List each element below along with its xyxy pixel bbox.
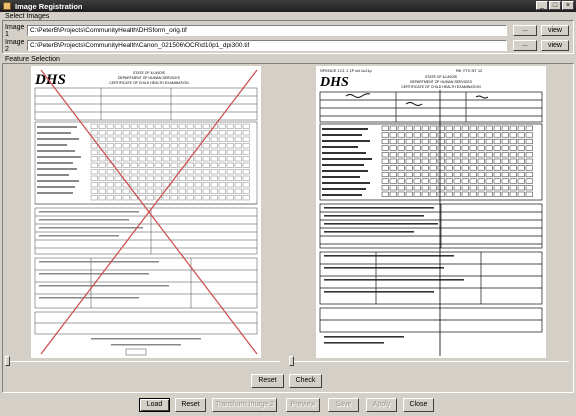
preview-button[interactable]: Preview — [286, 398, 320, 412]
image1-slider-track — [5, 361, 280, 362]
image1-view-button[interactable]: view — [541, 25, 569, 36]
save-button[interactable]: Save — [328, 398, 359, 412]
window-controls: _ □ × — [536, 1, 574, 10]
image2-header-left: SPENCE 1C1 1 1P dd.1uJ1p — [320, 68, 373, 73]
image1-heading-1: STATE OF ILLINOIS — [133, 71, 166, 75]
image2-label: Image 2 — [5, 38, 25, 53]
image2-document: SPENCE 1C1 1 1P dd.1uJ1p RK YTX NT 12 DH… — [319, 68, 543, 356]
reset-button[interactable]: Reset — [175, 398, 206, 412]
maximize-button[interactable]: □ — [549, 1, 561, 10]
window-title: Image Registration — [15, 1, 83, 11]
apply-button[interactable]: Apply — [366, 398, 397, 412]
image2-row: Image 2 C:\PeterB\Projects\CommunityHeal… — [5, 38, 571, 53]
image2-heading-2: DEPARTMENT OF HUMAN SERVICES — [410, 80, 473, 84]
image1-slider-thumb[interactable] — [5, 356, 10, 366]
image1-heading-3: CERTIFICATE OF CHILD HEALTH EXAMINATION — [109, 81, 189, 85]
image2-slider-track — [289, 361, 569, 362]
image1-label: Image 1 — [5, 23, 25, 38]
image1-logo: DHS — [34, 72, 66, 88]
image1-heading-2: DEPARTMENT OF HUMAN SERVICES — [118, 76, 181, 80]
image2-path-field[interactable]: C:\PeterB\Projects\CommunityHealth\Canon… — [27, 40, 507, 51]
image2-canvas[interactable]: SPENCE 1C1 1 1P dd.1uJ1p RK YTX NT 12 DH… — [316, 66, 546, 358]
image2-slider-thumb[interactable] — [289, 356, 294, 366]
image1-canvas[interactable]: DHS STATE OF ILLINOIS DEPARTMENT OF HUMA… — [31, 66, 261, 358]
image2-header-right: RK YTX NT 12 — [456, 68, 483, 73]
check-button[interactable]: Check — [289, 374, 322, 388]
image1-document: DHS STATE OF ILLINOIS DEPARTMENT OF HUMA… — [34, 69, 258, 356]
image2-heading-1: STATE OF ILLINOIS — [425, 75, 458, 79]
image2-view-button[interactable]: view — [541, 40, 569, 51]
image2-handwriting — [345, 93, 489, 106]
transform-image2-button[interactable]: Transform Image 2 — [212, 398, 277, 412]
feature-reset-button[interactable]: Reset — [251, 374, 284, 388]
image2-logo: DHS — [319, 75, 349, 90]
image2-browse-button[interactable]: ... — [513, 40, 537, 51]
close-button[interactable]: Close — [403, 398, 434, 412]
close-window-button[interactable]: × — [562, 1, 574, 10]
image1-path-field[interactable]: C:\PeterB\Projects\CommunityHealth\DHSfo… — [27, 25, 507, 36]
image2-slider[interactable] — [289, 356, 569, 366]
minimize-button[interactable]: _ — [536, 1, 548, 10]
app-icon — [3, 2, 11, 10]
load-button[interactable]: Load — [139, 398, 170, 412]
image2-heading-3: CERTIFICATE OF CHILD HEALTH EXAMINATION — [401, 85, 481, 89]
image1-browse-button[interactable]: ... — [513, 25, 537, 36]
select-images-label: Select Images — [5, 13, 50, 20]
title-bar: Image Registration _ □ × — [0, 0, 576, 12]
image1-slider[interactable] — [5, 356, 280, 366]
feature-selection-label: Feature Selection — [5, 56, 60, 63]
image1-row: Image 1 C:\PeterB\Projects\CommunityHeal… — [5, 23, 571, 38]
